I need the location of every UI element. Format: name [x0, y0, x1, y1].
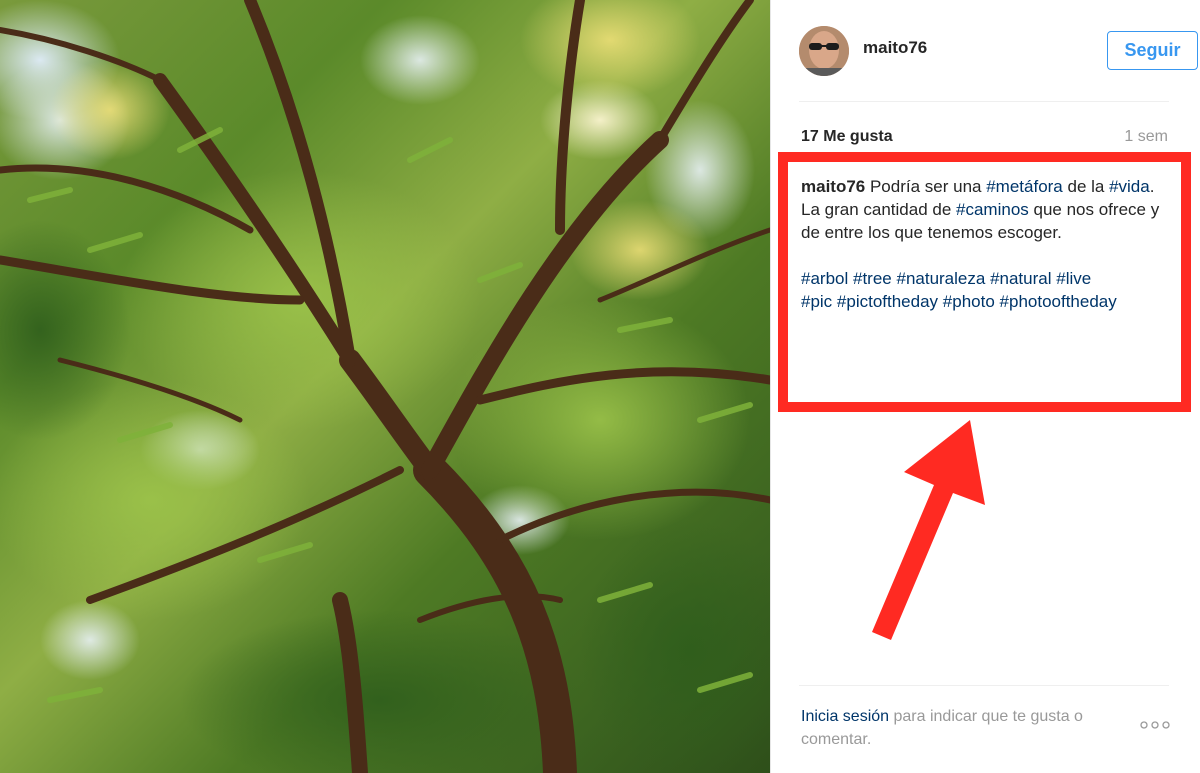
tree-illustration	[0, 0, 770, 773]
post-caption: maito76 Podría ser una #metáfora de la #…	[801, 175, 1173, 313]
hashtag-list: #arbol #tree #naturaleza #natural #live …	[801, 267, 1173, 313]
hashtag-link[interactable]: #pic	[801, 292, 832, 311]
post-header: maito76 Seguir	[799, 26, 1198, 76]
hashtag-link[interactable]: #pictoftheday	[837, 292, 938, 311]
hashtag-link[interactable]: #arbol	[801, 269, 848, 288]
avatar-image	[799, 26, 849, 76]
header-divider	[799, 101, 1169, 102]
post-username[interactable]: maito76	[863, 38, 927, 58]
login-prompt: Inicia sesión para indicar que te gusta …	[801, 705, 1131, 751]
post-photo[interactable]	[0, 0, 770, 773]
hashtag-link[interactable]: #tree	[853, 269, 892, 288]
hashtag-link[interactable]: #caminos	[956, 200, 1029, 219]
caption-text-part: Podría ser una	[865, 177, 987, 196]
post-time[interactable]: 1 sem	[1124, 128, 1168, 146]
avatar[interactable]	[799, 26, 849, 76]
caption-text-part: de la	[1062, 177, 1110, 196]
caption-username[interactable]: maito76	[801, 177, 865, 196]
hashtag-link[interactable]: #naturaleza	[896, 269, 985, 288]
more-options-icon[interactable]	[1139, 718, 1171, 732]
red-annotation-arrow	[872, 420, 985, 640]
login-link[interactable]: Inicia sesión	[801, 708, 889, 725]
hashtag-link[interactable]: #natural	[990, 269, 1051, 288]
caption-text: maito76 Podría ser una #metáfora de la #…	[801, 175, 1173, 244]
likes-count[interactable]: 17 Me gusta	[801, 128, 893, 146]
post-side-panel: maito76 Seguir 17 Me gusta 1 sem maito76…	[770, 0, 1200, 773]
hashtag-link[interactable]: #photooftheday	[1000, 292, 1117, 311]
follow-button[interactable]: Seguir	[1107, 31, 1198, 70]
hashtag-link[interactable]: #vida	[1109, 177, 1150, 196]
hashtag-link[interactable]: #live	[1056, 269, 1091, 288]
hashtag-link[interactable]: #metáfora	[986, 177, 1063, 196]
hashtag-link[interactable]: #photo	[943, 292, 995, 311]
footer-divider	[799, 685, 1169, 686]
